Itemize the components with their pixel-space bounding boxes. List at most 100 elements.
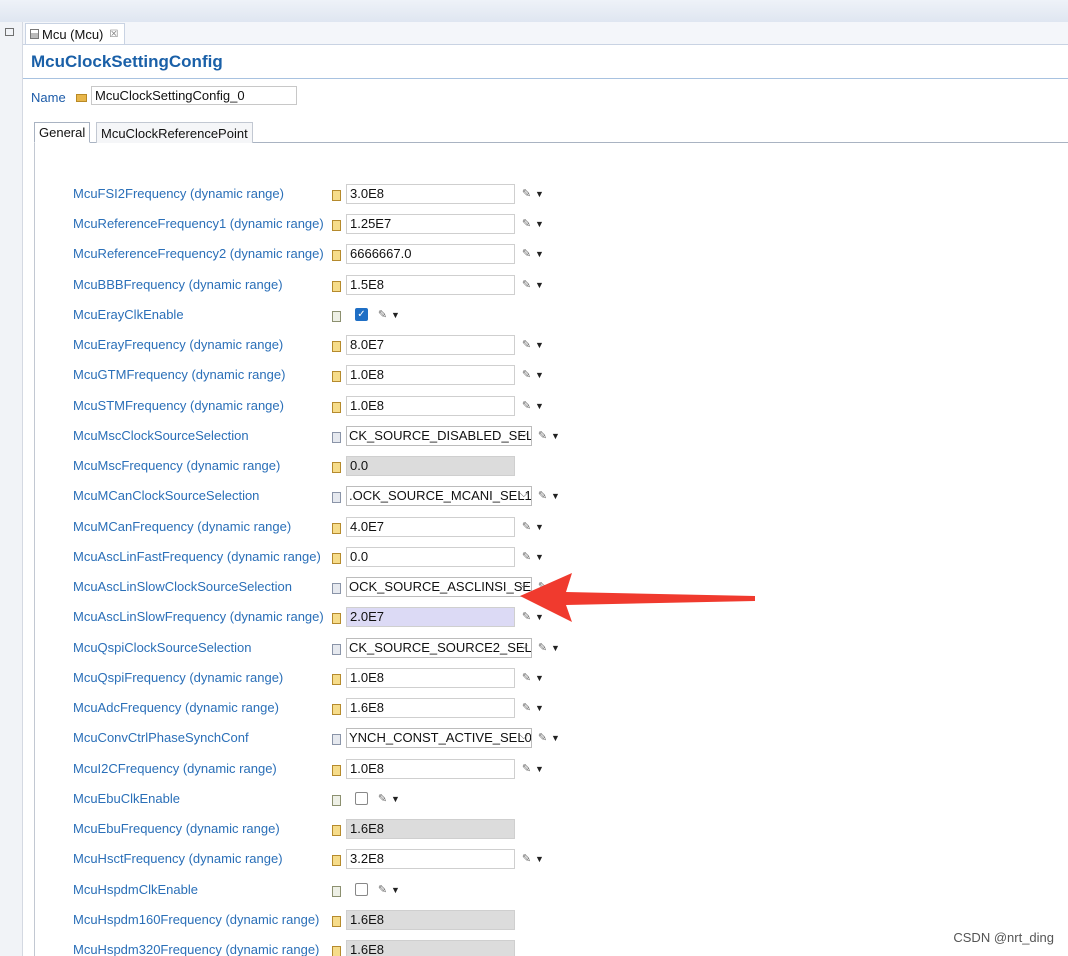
edit-menu[interactable]: ✎ ▼	[521, 550, 544, 563]
chevron-down-icon[interactable]: ⌵	[520, 428, 528, 441]
chevron-down-icon[interactable]: ⌵	[520, 488, 528, 501]
value-input[interactable]: 0.0	[346, 546, 515, 567]
dropdown-arrow-icon[interactable]: ▼	[535, 673, 544, 683]
chevron-down-icon[interactable]: ⌵	[520, 730, 528, 743]
value-input[interactable]: 1.0E8	[346, 395, 515, 416]
value-input[interactable]: 3.0E8	[346, 184, 515, 204]
pencil-icon[interactable]: ✎	[521, 762, 532, 775]
parameter-label[interactable]: McuEbuFrequency (dynamic range)	[73, 821, 280, 836]
value-input[interactable]: 6666667.0	[346, 244, 515, 265]
dropdown-arrow-icon[interactable]: ▼	[535, 854, 544, 864]
pencil-icon[interactable]: ✎	[521, 247, 532, 260]
pencil-icon[interactable]: ✎	[521, 701, 532, 714]
checkbox[interactable]	[355, 882, 368, 896]
edit-menu[interactable]: ✎ ▼	[521, 610, 544, 623]
edit-menu[interactable]: ✎ ▼	[521, 247, 544, 260]
name-label[interactable]: Name	[31, 90, 66, 105]
edit-menu[interactable]: ✎ ▼	[521, 187, 544, 200]
dropdown-arrow-icon[interactable]: ▼	[551, 491, 560, 501]
parameter-label[interactable]: McuErayFrequency (dynamic range)	[73, 337, 283, 352]
enum-select[interactable]: CK_SOURCE_SOURCE2_SEL2 ⌵	[346, 637, 532, 658]
value-input[interactable]: 1.0E8	[346, 758, 515, 779]
parameter-list[interactable]: McuFSI2Frequency (dynamic range) 3.0E8 ✎ ▼ M…	[34, 143, 1068, 956]
parameter-label[interactable]: McuMscFrequency (dynamic range)	[73, 458, 280, 473]
name-input[interactable]: McuClockSettingConfig_0	[91, 86, 297, 105]
parameter-label[interactable]: McuHspdm160Frequency (dynamic range)	[73, 912, 319, 927]
edit-menu[interactable]: ✎ ▼	[521, 762, 544, 775]
dropdown-arrow-icon[interactable]: ▼	[535, 703, 544, 713]
enum-select[interactable]: OCK_SOURCE_ASCLINSI_SEL1 ⌵	[346, 577, 532, 598]
checkbox[interactable]: ✓	[355, 307, 368, 321]
parameter-label[interactable]: McuFSI2Frequency (dynamic range)	[73, 186, 284, 201]
parameter-label[interactable]: McuEbuClkEnable	[73, 791, 180, 806]
value-input[interactable]: 4.0E7	[346, 516, 515, 537]
pencil-icon[interactable]: ✎	[521, 338, 532, 351]
dropdown-arrow-icon[interactable]: ▼	[535, 612, 544, 622]
dropdown-arrow-icon[interactable]: ▼	[535, 522, 544, 532]
pencil-icon[interactable]: ✎	[377, 308, 388, 321]
enum-select[interactable]: .OCK_SOURCE_MCANI_SEL1 ⌵	[346, 486, 532, 507]
pencil-icon[interactable]: ✎	[377, 792, 388, 805]
dropdown-arrow-icon[interactable]: ▼	[535, 280, 544, 290]
edit-menu[interactable]: ✎ ▼	[521, 399, 544, 412]
chevron-down-icon[interactable]: ⌵	[520, 579, 528, 592]
parameter-label[interactable]: McuQspiClockSourceSelection	[73, 640, 251, 655]
parameter-label[interactable]: McuI2CFrequency (dynamic range)	[73, 761, 277, 776]
pencil-icon[interactable]: ✎	[521, 520, 532, 533]
edit-menu[interactable]: ✎ ▼	[537, 580, 560, 593]
enum-select[interactable]: CK_SOURCE_DISABLED_SEL0 ⌵	[346, 425, 532, 446]
parameter-label[interactable]: McuHspdm320Frequency (dynamic range)	[73, 942, 319, 956]
parameter-label[interactable]: McuHspdmClkEnable	[73, 882, 198, 897]
dropdown-arrow-icon[interactable]: ▼	[535, 219, 544, 229]
value-input[interactable]: 3.2E8	[346, 849, 515, 870]
dropdown-arrow-icon[interactable]: ▼	[535, 189, 544, 199]
edit-menu[interactable]: ✎ ▼	[537, 641, 560, 654]
edit-menu[interactable]: ✎ ▼	[521, 368, 544, 381]
parameter-label[interactable]: McuSTMFrequency (dynamic range)	[73, 398, 284, 413]
parameter-label[interactable]: McuHsctFrequency (dynamic range)	[73, 851, 283, 866]
minimize-icon[interactable]	[5, 28, 14, 36]
parameter-label[interactable]: McuConvCtrlPhaseSynchConf	[73, 730, 249, 745]
value-input[interactable]: 1.0E8	[346, 365, 515, 386]
edit-menu[interactable]: ✎ ▼	[377, 883, 400, 896]
dropdown-arrow-icon[interactable]: ▼	[535, 370, 544, 380]
parameter-label[interactable]: McuMCanClockSourceSelection	[73, 488, 259, 503]
pencil-icon[interactable]: ✎	[521, 550, 532, 563]
pencil-icon[interactable]: ✎	[521, 399, 532, 412]
parameter-label[interactable]: McuGTMFrequency (dynamic range)	[73, 367, 285, 382]
parameter-label[interactable]: McuReferenceFrequency2 (dynamic range)	[73, 246, 324, 261]
value-input[interactable]: 1.6E8	[346, 698, 515, 719]
pencil-icon[interactable]: ✎	[521, 278, 532, 291]
pencil-icon[interactable]: ✎	[521, 610, 532, 623]
dropdown-arrow-icon[interactable]: ▼	[551, 431, 560, 441]
pencil-icon[interactable]: ✎	[537, 731, 548, 744]
edit-menu[interactable]: ✎ ▼	[521, 671, 544, 684]
edit-menu[interactable]: ✎ ▼	[537, 429, 560, 442]
dropdown-arrow-icon[interactable]: ▼	[391, 885, 400, 895]
parameter-label[interactable]: McuAscLinFastFrequency (dynamic range)	[73, 549, 321, 564]
dropdown-arrow-icon[interactable]: ▼	[535, 401, 544, 411]
parameter-label[interactable]: McuErayClkEnable	[73, 307, 184, 322]
edit-menu[interactable]: ✎ ▼	[521, 701, 544, 714]
parameter-label[interactable]: McuAscLinSlowClockSourceSelection	[73, 579, 292, 594]
checkbox[interactable]	[355, 791, 368, 805]
edit-menu[interactable]: ✎ ▼	[377, 308, 400, 321]
parameter-label[interactable]: McuBBBFrequency (dynamic range)	[73, 277, 283, 292]
pencil-icon[interactable]: ✎	[537, 580, 548, 593]
edit-menu[interactable]: ✎ ▼	[521, 338, 544, 351]
tab-general[interactable]: General	[34, 122, 91, 143]
pencil-icon[interactable]: ✎	[521, 217, 532, 230]
pencil-icon[interactable]: ✎	[537, 429, 548, 442]
dropdown-arrow-icon[interactable]: ▼	[535, 249, 544, 259]
dropdown-arrow-icon[interactable]: ▼	[535, 764, 544, 774]
value-input[interactable]: 2.0E7	[346, 607, 515, 628]
dropdown-arrow-icon[interactable]: ▼	[551, 733, 560, 743]
value-input[interactable]: 1.25E7	[346, 214, 515, 235]
value-input[interactable]: 1.0E8	[346, 667, 515, 688]
edit-menu[interactable]: ✎ ▼	[521, 217, 544, 230]
edit-menu[interactable]: ✎ ▼	[537, 731, 560, 744]
enum-select[interactable]: YNCH_CONST_ACTIVE_SEL0 ⌵	[346, 728, 532, 749]
parameter-label[interactable]: McuReferenceFrequency1 (dynamic range)	[73, 216, 324, 231]
pencil-icon[interactable]: ✎	[521, 671, 532, 684]
tab-mcuclockreferencepoint[interactable]: McuClockReferencePoint	[96, 122, 253, 143]
